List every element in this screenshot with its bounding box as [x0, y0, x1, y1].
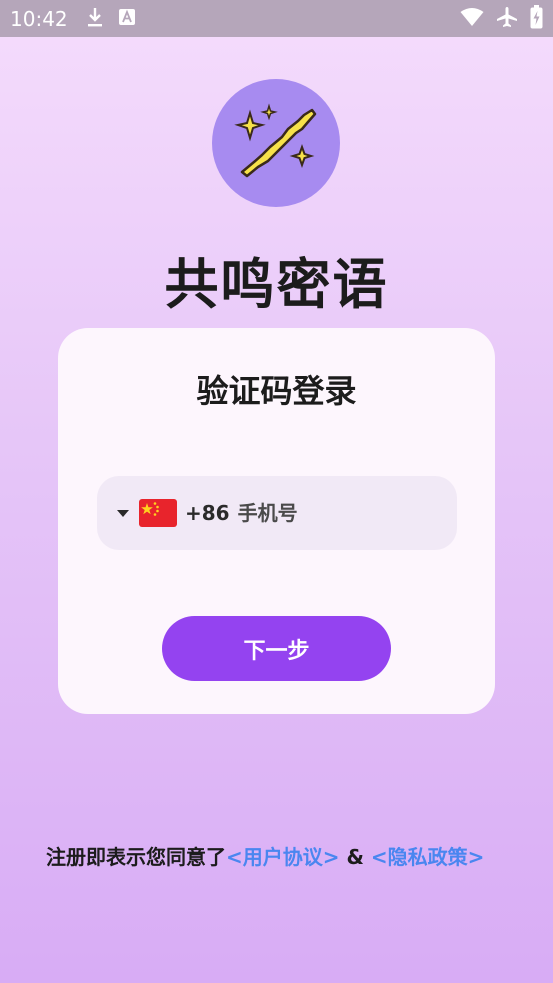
- airplane-mode-icon: [496, 6, 518, 32]
- agreement-prefix: 注册即表示您同意了: [46, 845, 226, 869]
- status-bar: 10:42: [0, 0, 553, 37]
- user-agreement-link[interactable]: <用户协议>: [226, 845, 340, 869]
- app-logo: [212, 79, 340, 207]
- font-a-icon: [118, 8, 136, 30]
- phone-field[interactable]: +86: [97, 476, 457, 550]
- login-card-title: 验证码登录: [196, 372, 357, 410]
- dial-code[interactable]: +86: [185, 501, 230, 525]
- wifi-icon: [460, 7, 484, 31]
- agreement-separator: &: [339, 845, 371, 869]
- country-dropdown-caret-icon[interactable]: [117, 509, 129, 517]
- download-icon: [86, 6, 104, 32]
- app-title: 共鸣密语: [164, 253, 389, 316]
- status-time: 10:42: [10, 6, 68, 31]
- magic-wand-icon: [212, 77, 340, 209]
- china-flag-icon[interactable]: [139, 499, 177, 527]
- privacy-policy-link[interactable]: <隐私政策>: [371, 845, 485, 869]
- phone-input[interactable]: [237, 501, 418, 525]
- agreement-text: 注册即表示您同意了<用户协议> & <隐私政策>: [46, 842, 516, 873]
- battery-charging-icon: [530, 4, 543, 33]
- next-button[interactable]: 下一步: [162, 616, 391, 681]
